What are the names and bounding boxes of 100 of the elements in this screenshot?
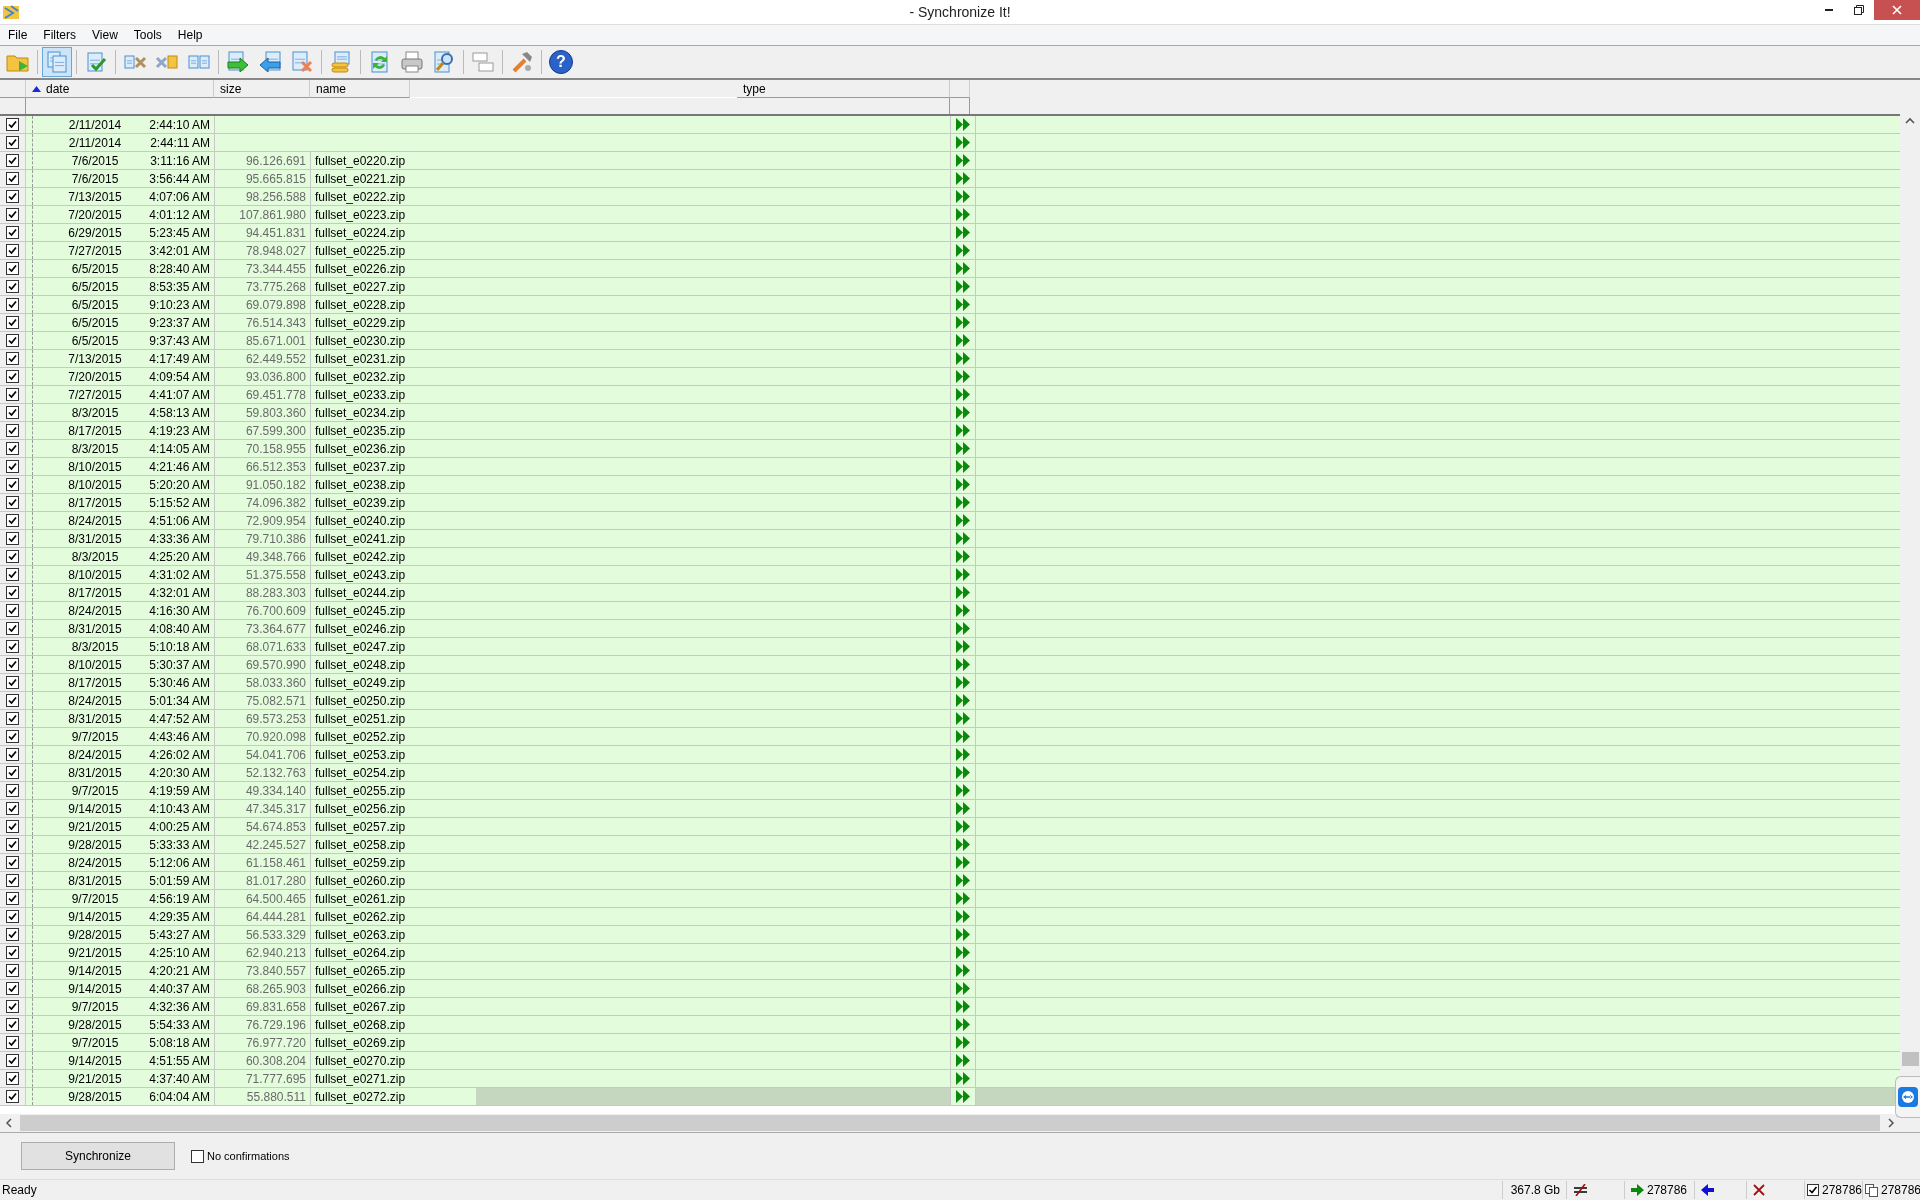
file-name: fullset_e0242.zip: [315, 549, 406, 564]
menu-item[interactable]: Tools: [125, 28, 170, 42]
time-text: 4:33:36 AM: [149, 531, 210, 546]
file-name: fullset_e0245.zip: [315, 603, 406, 618]
size-text: 85.671.001: [245, 333, 306, 348]
date-text: 9/14/2015: [68, 801, 122, 816]
file-name: fullset_e0239.zip: [315, 495, 406, 510]
size-text: 66.512.353: [245, 459, 306, 474]
file-name: fullset_e0224.zip: [315, 225, 406, 240]
time-text: 5:08:18 AM: [149, 1035, 210, 1050]
menu-item[interactable]: File: [0, 28, 36, 42]
date-text: 9/28/2015: [68, 1089, 122, 1104]
column-header[interactable]: date: [26, 80, 214, 98]
size-text: 47.345.317: [245, 801, 306, 816]
synchronize-button[interactable]: Synchronize: [21, 1142, 175, 1170]
date-text: 6/29/2015: [68, 225, 122, 240]
date-text: 8/3/2015: [71, 549, 119, 564]
file-name: fullset_e0252.zip: [315, 729, 406, 744]
time-text: 4:21:46 AM: [149, 459, 210, 474]
size-text: 70.158.955: [245, 441, 306, 456]
time-text: 9:37:43 AM: [149, 333, 210, 348]
time-text: 4:17:49 AM: [149, 351, 210, 366]
file-name: fullset_e0269.zip: [315, 1035, 406, 1050]
file-name: fullset_e0233.zip: [315, 387, 406, 402]
file-name: fullset_e0230.zip: [315, 333, 406, 348]
size-text: 64.444.281: [245, 909, 306, 924]
time-text: 8:53:35 AM: [149, 279, 210, 294]
time-text: 5:15:52 AM: [149, 495, 210, 510]
size-text: 49.334.140: [245, 783, 306, 798]
date-text: 6/5/2015: [71, 297, 119, 312]
menu-item[interactable]: Filters: [35, 28, 84, 42]
date-text: 8/10/2015: [68, 459, 122, 474]
file-name: fullset_e0264.zip: [315, 945, 406, 960]
time-text: 6:04:04 AM: [149, 1089, 210, 1104]
date-text: 2/11/2014: [68, 117, 122, 132]
file-name: fullset_e0220.zip: [315, 153, 406, 168]
size-text: 73.344.455: [245, 261, 306, 276]
date-text: 6/5/2015: [71, 333, 119, 348]
size-text: 62.940.213: [245, 945, 306, 960]
time-text: 5:20:20 AM: [149, 477, 210, 492]
time-text: 4:37:40 AM: [149, 1071, 210, 1086]
date-text: 9/21/2015: [68, 1071, 122, 1086]
time-text: 4:58:13 AM: [149, 405, 210, 420]
file-name: fullset_e0267.zip: [315, 999, 406, 1014]
size-text: 81.017.280: [245, 873, 306, 888]
size-text: 75.082.571: [245, 693, 306, 708]
time-text: 4:51:55 AM: [149, 1053, 210, 1068]
time-text: 4:19:59 AM: [149, 783, 210, 798]
time-text: 4:29:35 AM: [149, 909, 210, 924]
size-text: 72.909.954: [245, 513, 306, 528]
size-text: 60.308.204: [245, 1053, 306, 1068]
date-text: 6/5/2015: [71, 315, 119, 330]
size-text: 73.840.557: [245, 963, 306, 978]
date-text: 7/13/2015: [68, 351, 122, 366]
time-text: 4:25:20 AM: [149, 549, 210, 564]
file-name: fullset_e0238.zip: [315, 477, 406, 492]
size-text: 49.348.766: [245, 549, 306, 564]
size-text: 95.665.815: [245, 171, 306, 186]
file-name: fullset_e0243.zip: [315, 567, 406, 582]
date-text: 8/17/2015: [68, 585, 122, 600]
menu-item[interactable]: View: [84, 28, 126, 42]
file-name: fullset_e0232.zip: [315, 369, 406, 384]
file-name: fullset_e0228.zip: [315, 297, 406, 312]
column-header[interactable]: size: [214, 80, 310, 98]
date-text: 8/17/2015: [68, 423, 122, 438]
total-size: 367.8 Gb: [1510, 1183, 1560, 1197]
time-text: 4:26:02 AM: [149, 747, 210, 762]
date-text: 8/31/2015: [68, 711, 122, 726]
size-text: 69.079.898: [245, 297, 306, 312]
date-text: 8/31/2015: [68, 765, 122, 780]
size-text: 69.831.658: [245, 999, 306, 1014]
file-name: fullset_e0263.zip: [315, 927, 406, 942]
date-text: 9/14/2015: [68, 981, 122, 996]
file-name: fullset_e0241.zip: [315, 531, 406, 546]
file-name: fullset_e0270.zip: [315, 1053, 406, 1068]
column-header[interactable]: type: [737, 80, 950, 98]
size-text: 73.775.268: [245, 279, 306, 294]
time-text: 3:42:01 AM: [149, 243, 210, 258]
file-name: fullset_e0258.zip: [315, 837, 406, 852]
file-name: fullset_e0234.zip: [315, 405, 406, 420]
size-text: 54.041.706: [245, 747, 306, 762]
size-text: 54.674.853: [245, 819, 306, 834]
date-text: 8/10/2015: [68, 657, 122, 672]
time-text: 4:40:37 AM: [149, 981, 210, 996]
file-name: fullset_e0268.zip: [315, 1017, 406, 1032]
time-text: 5:43:27 AM: [149, 927, 210, 942]
file-name: fullset_e0259.zip: [315, 855, 406, 870]
size-text: 67.599.300: [245, 423, 306, 438]
time-text: 5:23:45 AM: [149, 225, 210, 240]
time-text: 3:56:44 AM: [149, 171, 210, 186]
file-name: fullset_e0250.zip: [315, 693, 406, 708]
time-text: 5:01:59 AM: [149, 873, 210, 888]
size-text: 88.283.303: [245, 585, 306, 600]
menu-item[interactable]: Help: [169, 28, 211, 42]
column-header[interactable]: name: [310, 80, 410, 98]
time-text: 4:31:02 AM: [149, 567, 210, 582]
date-text: 9/21/2015: [68, 819, 122, 834]
size-text: 78.948.027: [245, 243, 306, 258]
time-text: 4:20:30 AM: [149, 765, 210, 780]
time-text: 4:43:46 AM: [149, 729, 210, 744]
